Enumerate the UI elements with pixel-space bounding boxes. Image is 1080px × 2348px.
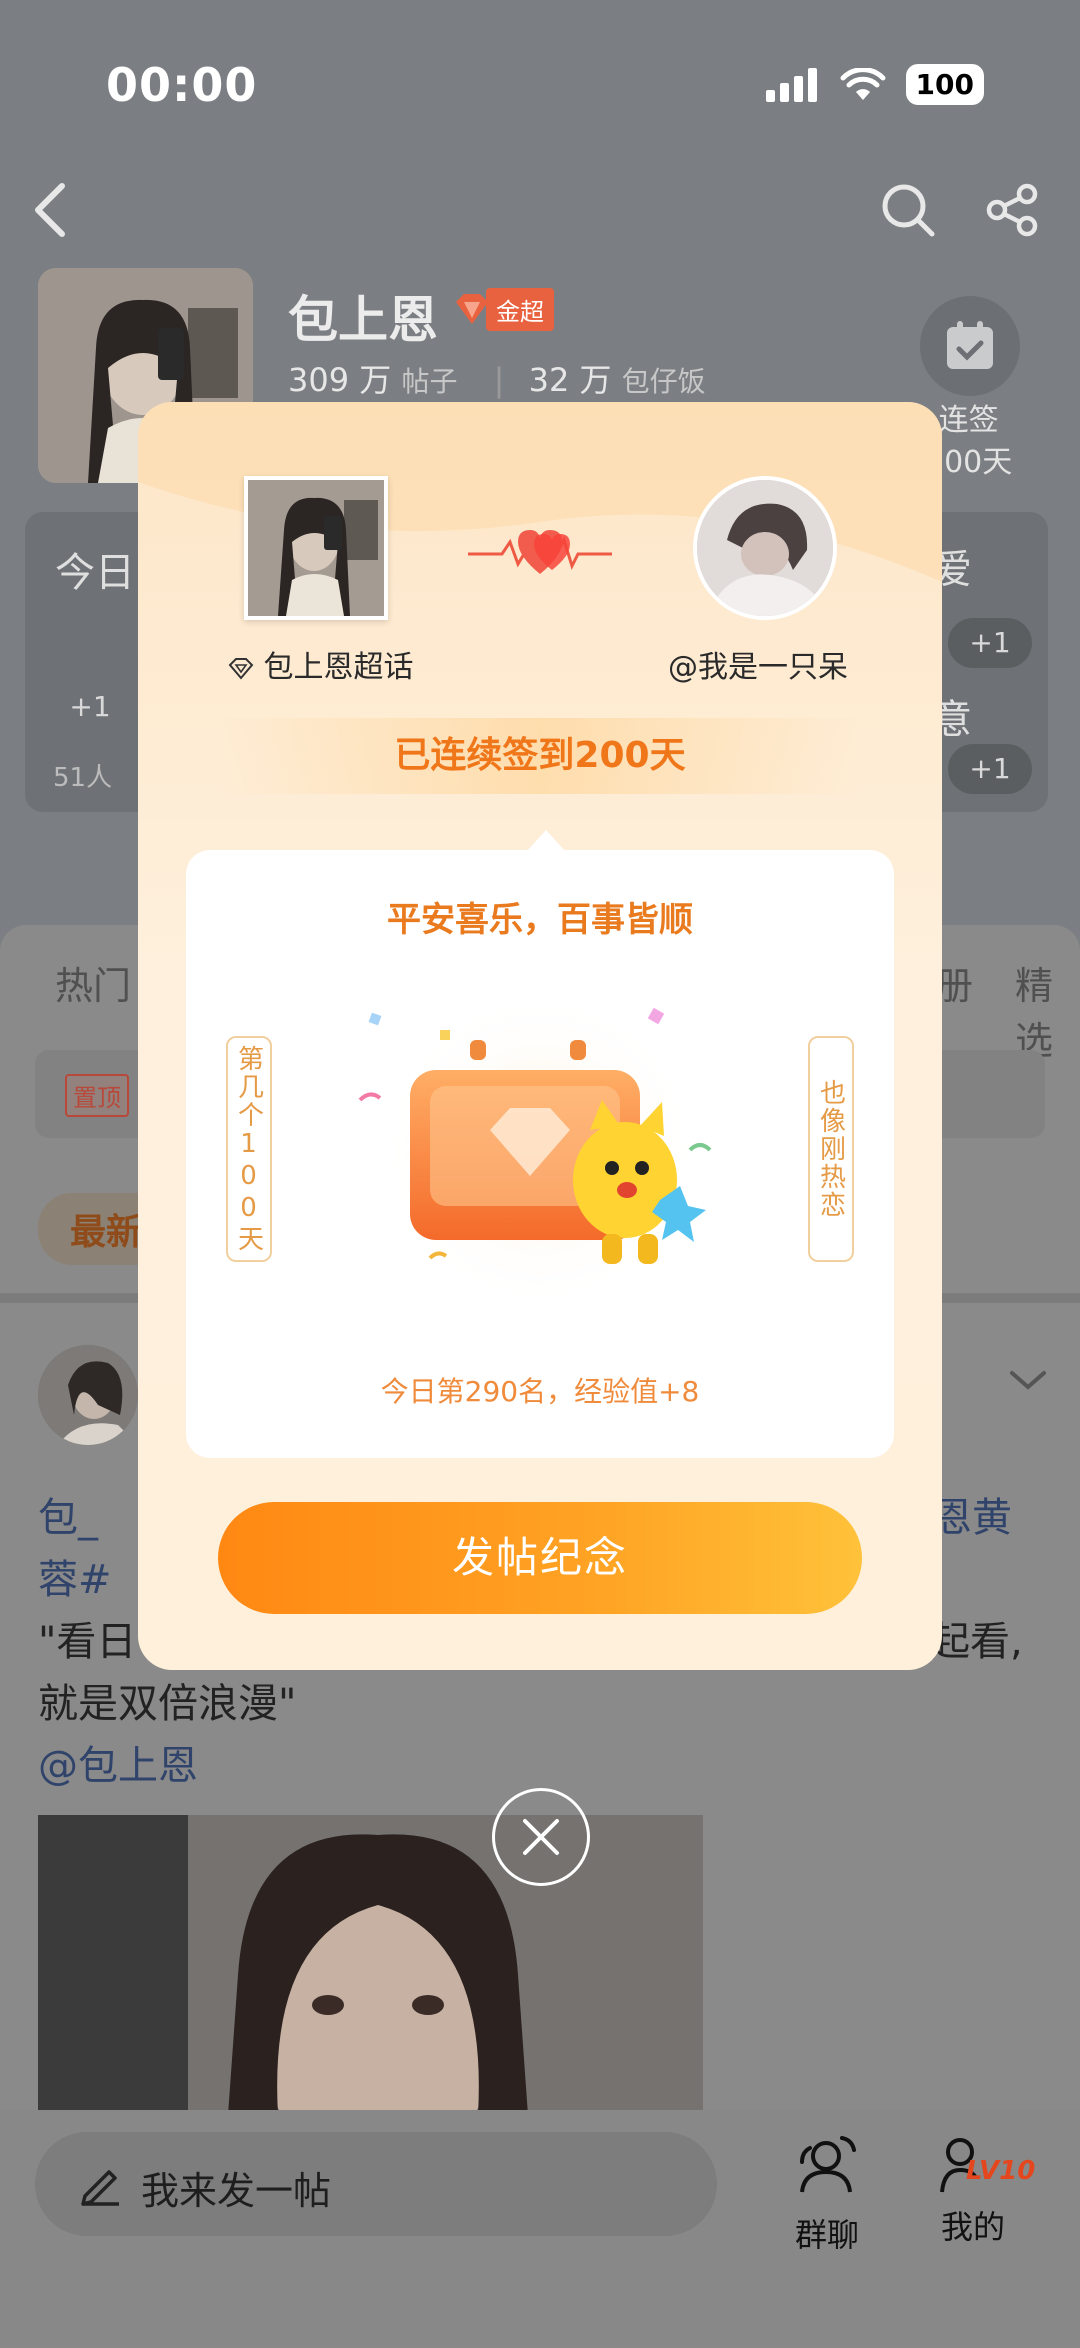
diamond-icon: [228, 657, 254, 680]
posts-count: 309 万: [288, 361, 392, 399]
nav-bar: [0, 170, 1080, 250]
back-icon[interactable]: [30, 180, 70, 240]
group-chat-button[interactable]: 群聊: [772, 2132, 882, 2256]
calendar-check-icon: [947, 321, 993, 369]
pinned-tag: 置顶: [65, 1074, 129, 1117]
status-time: 00:00: [106, 58, 258, 112]
blessing-text: 平安喜乐，百事皆顺: [387, 900, 693, 940]
plus-one-button[interactable]: +1: [948, 744, 1032, 794]
today-card-count: 51人: [53, 763, 113, 793]
mine-label: 我的: [940, 2208, 1005, 2246]
composer-placeholder: 我来发一帖: [141, 2169, 332, 2213]
rank-text: 今日第290名，经验值+8: [380, 1375, 700, 1408]
streak-banner: 已连续签到200天: [220, 718, 860, 794]
level-badge: LV10: [966, 2156, 1036, 2186]
wifi-icon: [840, 67, 886, 100]
checkin-button[interactable]: [920, 296, 1020, 396]
group-chat-label: 群聊: [794, 2216, 859, 2254]
close-icon: [523, 1819, 559, 1855]
stats-divider: |: [493, 361, 505, 399]
post-author-avatar[interactable]: [38, 1345, 138, 1445]
topic-photo: [244, 476, 388, 620]
post-commemorate-button[interactable]: 发帖纪念: [218, 1502, 862, 1614]
modal-close-button[interactable]: [492, 1788, 590, 1886]
tab-featured[interactable]: 精选: [1015, 955, 1080, 1065]
group-chat-icon: [800, 2136, 856, 2193]
post-topic-line1-right[interactable]: 恩黄: [932, 1487, 1062, 1549]
side-caption-right: 也像刚热恋: [808, 1036, 854, 1262]
today-card-title: 今日: [55, 550, 135, 596]
composer-input[interactable]: 我来发一帖: [35, 2132, 717, 2236]
pen-icon: [81, 2170, 119, 2206]
post-text-line3-right: 起看,: [930, 1619, 1023, 1665]
portrait-photo-icon: [38, 1815, 703, 2115]
topic-name: 包上恩超话: [228, 642, 414, 686]
status-icons: 100: [765, 64, 984, 105]
fans-count: 32 万: [528, 361, 612, 399]
chevron-down-icon[interactable]: [1008, 1365, 1048, 1395]
battery-indicator: 100: [905, 64, 984, 105]
post-text-line4: 就是双倍浪漫": [38, 1681, 297, 1727]
page: 00:00 100 包上恩 金超 309 万 帖子 | 32 万 包仔饭 连签 …: [0, 0, 1080, 2348]
tab-hot[interactable]: 热门: [55, 955, 131, 1010]
avatar-photo-icon: [38, 1345, 138, 1445]
heartbeat-heart-icon: [468, 530, 612, 574]
side-caption-left: 第几个100天: [226, 1036, 272, 1262]
posts-label: 帖子: [401, 365, 458, 398]
bottom-bar: 我来发一帖 群聊 LV10 我的: [0, 2110, 1080, 2348]
badge-label: 金超: [486, 288, 554, 331]
blessing-card: 平安喜乐，百事皆顺 第几个100天 也像刚热恋 今日第290名，经验值+8: [186, 850, 894, 1458]
search-icon[interactable]: [880, 182, 936, 238]
avatar-photo-icon: [697, 480, 833, 616]
person-photo-icon: [248, 480, 384, 616]
topic-name-text: 包上恩超话: [263, 650, 414, 685]
checkin-modal: 包上恩超话 @我是一只呆 已连续签到200天 平安喜乐，百事皆顺 第几个100天…: [138, 402, 942, 1670]
user-avatar: [693, 476, 837, 620]
status-bar: 00:00 100: [0, 0, 1080, 150]
signal-icon: [765, 67, 817, 102]
user-handle: @我是一只呆: [668, 650, 848, 685]
super-topic-badge[interactable]: 金超: [452, 288, 554, 331]
card-notch: [526, 830, 566, 852]
calendar-mascot-illustration: [358, 990, 712, 1310]
profile-name: 包上恩: [288, 291, 438, 349]
mine-icon-wrap: LV10: [918, 2132, 1035, 2196]
share-icon[interactable]: [985, 182, 1041, 238]
post-image[interactable]: [38, 1815, 703, 2115]
plus-one-button[interactable]: +1: [948, 618, 1032, 668]
plus-one-badge: +1: [69, 690, 111, 723]
fans-label[interactable]: 包仔饭: [622, 365, 706, 398]
profile-stats: 309 万 帖子 | 32 万 包仔饭: [288, 355, 718, 401]
mine-button[interactable]: LV10 我的: [918, 2132, 1035, 2248]
